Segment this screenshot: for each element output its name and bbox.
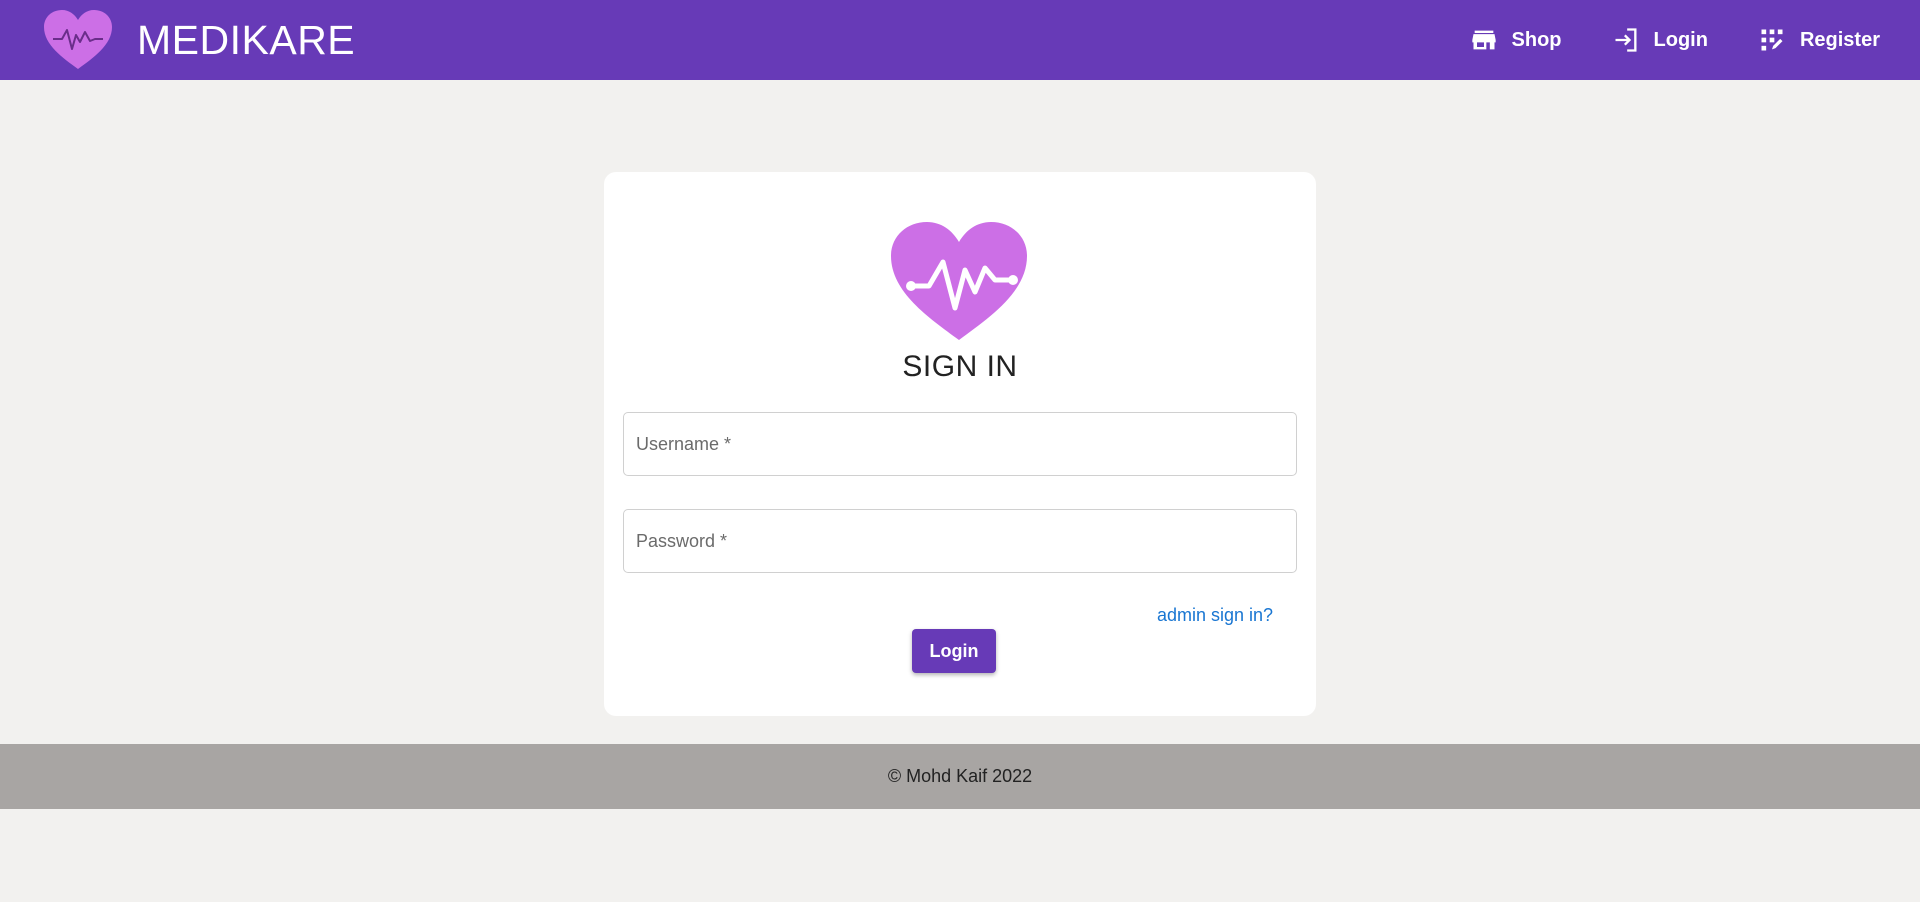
app-header: MEDIKARE Shop Login Register (0, 0, 1920, 80)
footer: © Mohd Kaif 2022 (0, 744, 1920, 809)
password-input[interactable] (624, 510, 1296, 572)
login-icon (1615, 28, 1637, 52)
heart-pulse-icon (891, 222, 1027, 340)
username-input[interactable] (624, 413, 1296, 475)
store-icon (1471, 30, 1496, 50)
signin-card: SIGN IN admin sign in? Login (604, 172, 1316, 716)
heart-pulse-icon[interactable] (42, 10, 114, 70)
nav-login-label: Login (1653, 28, 1708, 51)
admin-signin-link[interactable]: admin sign in? (1157, 605, 1273, 626)
app-registration-icon (1761, 29, 1783, 51)
page-title: SIGN IN (902, 350, 1018, 383)
nav-login[interactable]: Login (1612, 26, 1708, 54)
nav-register-label: Register (1799, 28, 1880, 51)
brand-title[interactable]: MEDIKARE (137, 16, 355, 64)
top-nav: Shop Login Register (1420, 0, 1880, 80)
login-button[interactable]: Login (912, 629, 996, 673)
nav-shop[interactable]: Shop (1470, 26, 1562, 54)
footer-copyright: © Mohd Kaif 2022 (887, 766, 1033, 786)
password-field[interactable] (623, 509, 1297, 573)
nav-register[interactable]: Register (1758, 26, 1880, 54)
username-field[interactable] (623, 412, 1297, 476)
nav-shop-label: Shop (1511, 28, 1562, 51)
